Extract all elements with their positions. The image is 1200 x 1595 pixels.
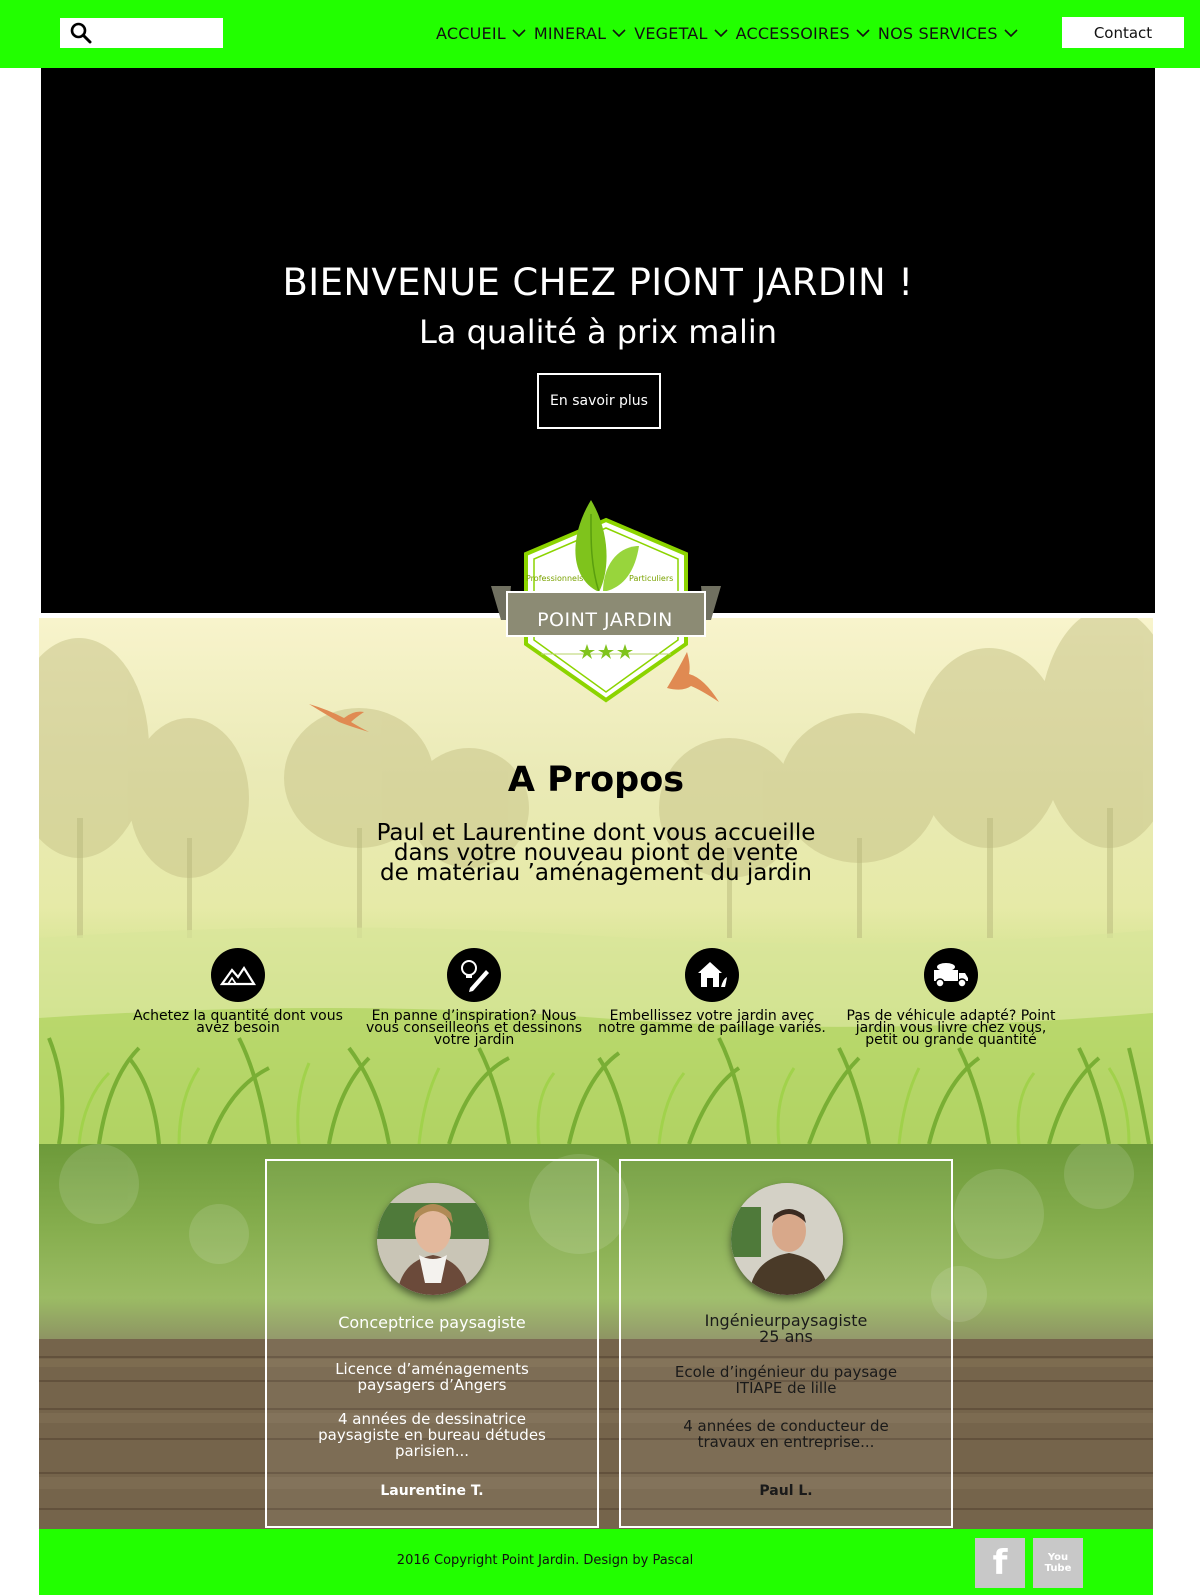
contact-button[interactable]: Contact — [1062, 17, 1184, 48]
avatar — [731, 1183, 843, 1295]
nav-item-accueil[interactable]: ACCUEIL — [436, 20, 530, 46]
nav-item-label: VEGETAL — [634, 23, 708, 43]
feature-item-delivery: Pas de véhicule adapté? Point jardin vou… — [836, 948, 1066, 1048]
nav-item-label: NOS SERVICES — [877, 23, 998, 43]
hero-subtitle: La qualité à prix malin — [418, 313, 778, 351]
logo-tag-particuliers: Particuliers — [629, 574, 674, 583]
team-card-laurentine: Conceptrice paysagiste Licence d’aménage… — [265, 1159, 599, 1528]
point-jardin-logo: Professionnels Particuliers POINT JARDIN — [491, 494, 721, 709]
logo-tag-professionnels: Professionnels — [526, 574, 584, 583]
team-experience: 4 années de dessinatrice paysagiste en b… — [318, 1410, 546, 1460]
feature-item-inspiration: En panne d’inspiration? Nous vous consei… — [359, 948, 589, 1048]
team-role: Conceptrice paysagiste — [338, 1313, 526, 1332]
nav-item-label: ACCESSOIRES — [735, 23, 850, 43]
team-card-paul: Ingénieurpaysagiste 25 ans Ecole d’ingén… — [619, 1159, 953, 1528]
team-member-name: Laurentine T. — [380, 1483, 484, 1499]
nav-item-nos-services[interactable]: NOS SERVICES — [878, 20, 1022, 46]
footer: 2016 Copyright Point Jardin. Design by P… — [39, 1529, 1153, 1595]
team-section: Conceptrice paysagiste Licence d’aménage… — [39, 1144, 1153, 1529]
features-list: Achetez la quantité dont vous avez besoi… — [39, 948, 1153, 1068]
chevron-down-icon[interactable] — [1004, 28, 1018, 38]
chevron-down-icon[interactable] — [856, 28, 870, 38]
nav-item-mineral[interactable]: MINERAL — [534, 20, 630, 46]
chevron-down-icon[interactable] — [512, 28, 526, 38]
logo-name: POINT JARDIN — [537, 609, 673, 631]
nav-item-label: ACCUEIL — [436, 23, 506, 43]
facebook-icon[interactable]: f — [975, 1538, 1025, 1588]
feature-text: Achetez la quantité dont vous avez besoi… — [133, 1008, 343, 1036]
youtube-icon[interactable]: You Tube — [1033, 1538, 1083, 1588]
logo-badge-image — [491, 500, 721, 703]
main-menu: ACCUEIL MINERAL VEGETAL ACCESSOIRES NOS … — [436, 20, 1026, 46]
avatar — [377, 1183, 489, 1295]
team-experience: 4 années de conducteur de travaux en ent… — [683, 1417, 889, 1451]
chevron-down-icon[interactable] — [714, 28, 728, 38]
nav-item-vegetal[interactable]: VEGETAL — [634, 20, 731, 46]
team-education: Ecole d’ingénieur du paysage ITIAPE de l… — [674, 1363, 898, 1397]
team-member-name: Paul L. — [759, 1483, 813, 1499]
about-title: A Propos — [507, 760, 685, 800]
nav-item-accessoires[interactable]: ACCESSOIRES — [736, 20, 874, 46]
feature-item-paillage: Embellissez votre jardin avec notre gamm… — [597, 948, 827, 1036]
dump-truck-icon — [924, 948, 978, 1002]
house-garden-icon — [685, 948, 739, 1002]
about-description: Paul et Laurentine dont vous accueille d… — [376, 820, 816, 886]
feature-text: Embellissez votre jardin avec notre gamm… — [598, 1008, 826, 1036]
team-education: Licence d’aménagements paysagers d’Anger… — [335, 1360, 529, 1394]
mountains-icon — [211, 948, 265, 1002]
feature-text: En panne d’inspiration? Nous vous consei… — [365, 1008, 583, 1048]
facebook-glyph: f — [992, 1543, 1008, 1583]
hero-title: BIENVENUE CHEZ PIONT JARDIN ! — [282, 261, 914, 304]
top-navigation-bar: ACCUEIL MINERAL VEGETAL ACCESSOIRES NOS … — [0, 0, 1200, 68]
team-role: Ingénieurpaysagiste 25 ans — [704, 1311, 868, 1346]
search-input[interactable] — [98, 21, 216, 45]
lightbulb-pencil-icon — [447, 948, 501, 1002]
search-box[interactable] — [60, 18, 223, 48]
chevron-down-icon[interactable] — [612, 28, 626, 38]
nav-item-label: MINERAL — [533, 23, 607, 43]
feature-item-quantity: Achetez la quantité dont vous avez besoi… — [123, 948, 353, 1036]
learn-more-button[interactable]: En savoir plus — [537, 373, 661, 429]
copyright-text: 2016 Copyright Point Jardin. Design by P… — [396, 1553, 694, 1568]
search-icon[interactable] — [70, 22, 92, 44]
youtube-glyph: You Tube — [1044, 1552, 1072, 1574]
feature-text: Pas de véhicule adapté? Point jardin vou… — [846, 1008, 1056, 1048]
